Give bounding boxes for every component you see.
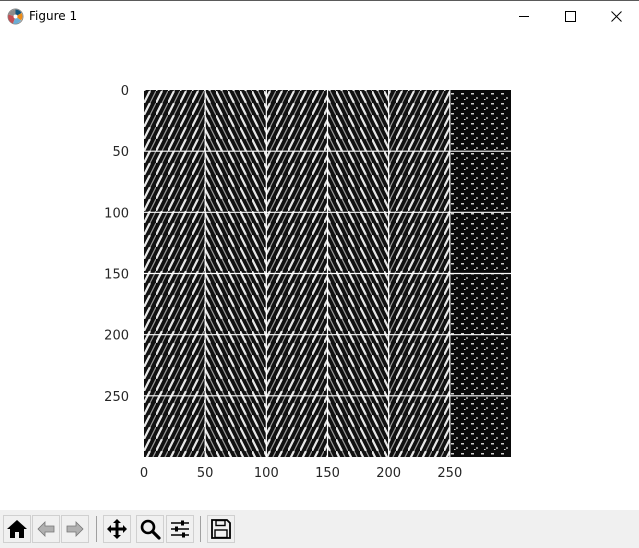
image-tile	[144, 395, 206, 457]
maximize-icon	[564, 10, 576, 22]
y-axis-ticks: 0 50 100 150 200 250	[104, 84, 129, 405]
image-tile	[449, 334, 511, 396]
minimize-icon	[518, 15, 529, 17]
save-button[interactable]	[207, 515, 235, 543]
home-icon	[7, 520, 27, 538]
image-tile	[205, 151, 267, 213]
image-tile	[266, 395, 328, 457]
magnifier-icon	[140, 519, 161, 540]
image-tile	[449, 212, 511, 274]
image-tile	[144, 273, 206, 335]
image-tile	[266, 151, 328, 213]
image-tile	[205, 273, 267, 335]
arrow-right-icon	[66, 521, 84, 537]
zoom-button[interactable]	[136, 515, 164, 543]
image-tile	[327, 90, 389, 152]
image-tile	[327, 334, 389, 396]
close-button[interactable]	[593, 1, 639, 31]
image-tile	[266, 90, 328, 152]
floppy-disk-icon	[211, 519, 231, 539]
maximize-button[interactable]	[547, 1, 593, 31]
y-tick-label: 200	[104, 329, 129, 344]
window-title: Figure 1	[29, 9, 78, 23]
image-tile	[205, 334, 267, 396]
image-tile	[266, 212, 328, 274]
configure-subplots-button[interactable]	[166, 515, 194, 543]
arrow-left-icon	[37, 521, 55, 537]
image-tile	[327, 151, 389, 213]
figure-canvas[interactable]: 0 50 100 150 200 250 0 50 100 150 200 250	[0, 31, 639, 510]
image-tile	[388, 395, 450, 457]
figure-plot: 0 50 100 150 200 250 0 50 100 150 200 250	[104, 84, 511, 481]
image-tile	[327, 395, 389, 457]
y-tick-label: 250	[104, 390, 129, 405]
toolbar-separator	[96, 516, 97, 542]
toolbar-separator	[200, 516, 201, 542]
close-icon	[610, 10, 622, 22]
image-tile	[266, 273, 328, 335]
x-tick-label: 50	[197, 466, 214, 481]
x-tick-label: 250	[437, 466, 462, 481]
sliders-icon	[171, 520, 189, 538]
y-tick-label: 50	[112, 145, 129, 160]
x-tick-label: 200	[376, 466, 401, 481]
image-tile	[144, 90, 206, 152]
forward-button[interactable]	[61, 515, 89, 543]
image-tile	[327, 273, 389, 335]
y-tick-label: 100	[104, 206, 129, 221]
image-tile	[388, 212, 450, 274]
y-tick-label: 150	[104, 268, 129, 283]
image-tile	[205, 212, 267, 274]
image-tile	[449, 90, 511, 152]
image-tile	[449, 151, 511, 213]
pan-button[interactable]	[103, 515, 131, 543]
back-button[interactable]	[32, 515, 60, 543]
home-button[interactable]	[3, 515, 31, 543]
x-tick-label: 150	[315, 466, 340, 481]
image-tile	[205, 90, 267, 152]
image-tile	[388, 273, 450, 335]
image-tile	[449, 273, 511, 335]
image-tile	[388, 334, 450, 396]
image-tile	[144, 151, 206, 213]
title-bar: Figure 1	[0, 0, 639, 31]
minimize-button[interactable]	[501, 1, 547, 31]
x-tick-label: 100	[254, 466, 279, 481]
image-tile	[449, 395, 511, 457]
matplotlib-logo-icon	[7, 8, 24, 25]
image-tile	[205, 395, 267, 457]
y-tick-label: 0	[121, 84, 129, 99]
image-tile	[144, 334, 206, 396]
image-tile	[388, 151, 450, 213]
image-tile	[388, 90, 450, 152]
navigation-toolbar	[0, 510, 639, 548]
move-icon	[107, 519, 127, 539]
image-tile	[327, 212, 389, 274]
x-tick-label: 0	[140, 466, 148, 481]
image-tile	[144, 212, 206, 274]
image-tile	[266, 334, 328, 396]
x-axis-ticks: 0 50 100 150 200 250	[140, 466, 462, 481]
